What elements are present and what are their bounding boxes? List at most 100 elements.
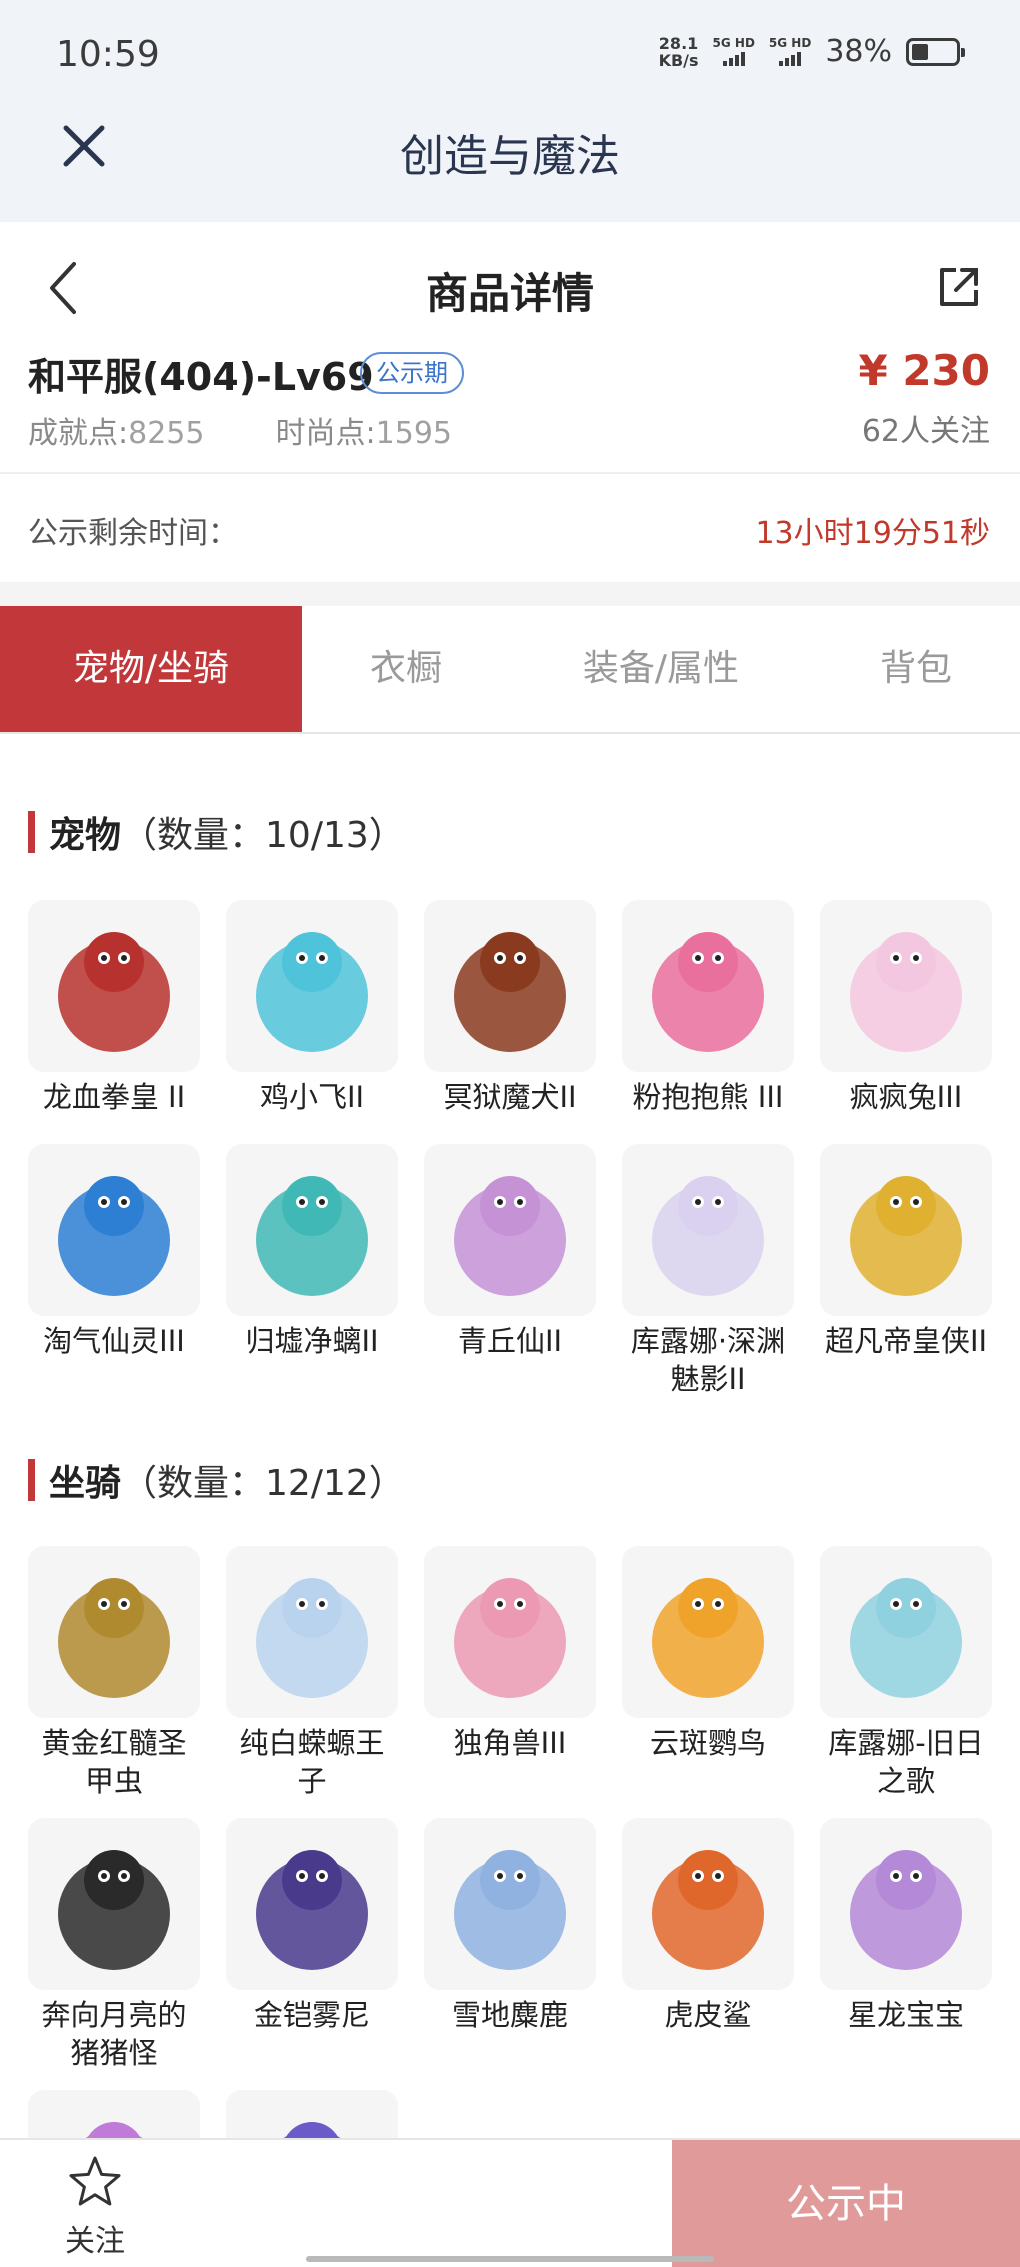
mount-name: 星龙宝宝	[847, 1998, 964, 2032]
pet-item[interactable]: 龙血拳皇 II	[28, 900, 200, 1116]
mount-image	[622, 1818, 794, 1990]
mount-item[interactable]: 奔向月亮的猪猪怪	[28, 1818, 200, 2072]
follower-count: 62人关注	[861, 414, 990, 449]
follow-label: 关注	[65, 2224, 125, 2259]
pet-item[interactable]: 疯疯兔III	[820, 900, 992, 1116]
pet-item[interactable]: 冥狱魔犬II	[424, 900, 596, 1116]
section-marker	[28, 1459, 35, 1501]
tab-equipment[interactable]: 装备/属性	[510, 606, 812, 732]
star-icon	[69, 2156, 121, 2206]
pet-image	[226, 1144, 398, 1316]
pet-name: 龙血拳皇 II	[42, 1080, 186, 1114]
network-speed-value: 28.1	[658, 33, 699, 53]
account-stats: 成就点:8255 时尚点:1595	[28, 408, 452, 452]
tab-wardrobe[interactable]: 衣橱	[302, 606, 510, 732]
pet-image	[622, 1144, 794, 1316]
mount-item[interactable]: 纯白蝾螈王子	[226, 1546, 398, 1800]
tab-pets-mounts[interactable]: 宠物/坐骑	[0, 606, 302, 732]
account-name: 和平服(404)-Lv69	[28, 355, 374, 399]
signal-sim1: 5G HD	[713, 37, 755, 66]
mount-name: 纯白蝾螈王子	[239, 1726, 385, 1798]
pet-name: 超凡帝皇侠II	[824, 1324, 988, 1358]
sim1-label: 5G HD	[712, 36, 755, 50]
pet-item[interactable]: 库露娜·深渊魅影II	[622, 1144, 794, 1398]
pet-item[interactable]: 粉抱抱熊 III	[622, 900, 794, 1116]
pet-item[interactable]: 青丘仙II	[424, 1144, 596, 1398]
pet-name: 淘气仙灵III	[43, 1324, 185, 1358]
mount-name: 云斑鹦鸟	[649, 1726, 766, 1760]
pet-name: 鸡小飞II	[259, 1080, 365, 1114]
mount-item[interactable]: 独角兽III	[424, 1546, 596, 1800]
pet-name: 青丘仙II	[457, 1324, 563, 1358]
pets-section-title: 宠物 （数量：10/13）	[28, 806, 405, 858]
countdown-row: 公示剩余时间： 13小时19分51秒	[0, 474, 1020, 582]
pet-image	[424, 900, 596, 1072]
mount-name: 奔向月亮的猪猪怪	[41, 1998, 187, 2070]
pet-name: 冥狱魔犬II	[443, 1080, 577, 1114]
tab-bag[interactable]: 背包	[812, 606, 1020, 732]
share-button[interactable]	[934, 262, 984, 312]
bottom-bar: 关注 公示中	[0, 2138, 1020, 2267]
status-indicators: 28.1 KB/s 5G HD 5G HD 38%	[659, 34, 965, 69]
mount-image	[820, 1818, 992, 1990]
mount-image	[28, 1546, 200, 1718]
mount-name: 虎皮鲨	[664, 1998, 752, 2032]
mount-name: 金铠雾尼	[253, 1998, 370, 2032]
app-title: 创造与魔法	[400, 131, 620, 182]
pet-image	[226, 900, 398, 1072]
mount-image	[28, 1818, 200, 1990]
achievement-value: 8255	[128, 416, 205, 451]
mount-image	[226, 1818, 398, 1990]
mounts-count: （数量：12/12）	[121, 1463, 405, 1504]
pets-title: 宠物	[49, 815, 122, 856]
mount-image	[226, 1546, 398, 1718]
pet-item[interactable]: 归墟净螭II	[226, 1144, 398, 1398]
mount-item[interactable]: 黄金红髓圣甲虫	[28, 1546, 200, 1800]
share-icon	[940, 268, 978, 306]
mount-item[interactable]: 云斑鹦鸟	[622, 1546, 794, 1800]
battery-fill	[912, 43, 928, 60]
pet-item[interactable]: 鸡小飞II	[226, 900, 398, 1116]
account-summary: 和平服(404)-Lv69 公示期 成就点:8255 时尚点:1595 ¥ 23…	[0, 340, 1020, 470]
pet-name: 粉抱抱熊 III	[632, 1080, 784, 1114]
mount-image	[424, 1818, 596, 1990]
mount-item[interactable]: 虎皮鲨	[622, 1818, 794, 2072]
signal-sim2: 5G HD	[769, 37, 811, 66]
home-indicator[interactable]	[306, 2256, 714, 2262]
price: ¥ 230	[858, 346, 990, 395]
status-badge: 公示期	[360, 352, 464, 394]
mount-name: 雪地麋鹿	[451, 1998, 568, 2032]
pets-count: （数量：10/13）	[121, 815, 405, 856]
battery-icon	[906, 37, 965, 66]
section-marker	[28, 811, 35, 853]
mount-image	[622, 1546, 794, 1718]
achievement-label: 成就点:	[28, 416, 129, 451]
pet-name: 疯疯兔III	[849, 1080, 963, 1114]
mount-image	[820, 1546, 992, 1718]
signal-icon	[722, 50, 745, 66]
mount-name: 黄金红髓圣甲虫	[41, 1726, 187, 1798]
pets-grid: 龙血拳皇 II 鸡小飞II 冥狱魔犬II 粉抱抱熊 III 疯疯兔III 淘气仙灵III 归…	[28, 900, 992, 1398]
app-top-area: 10:59 28.1 KB/s 5G HD 5G HD 38% 创造与魔法	[0, 0, 1020, 222]
pet-image	[622, 900, 794, 1072]
status-time: 10:59	[56, 34, 160, 75]
mount-item[interactable]: 雪地麋鹿	[424, 1818, 596, 2072]
follow-button[interactable]: 关注	[40, 2154, 150, 2264]
status-button[interactable]: 公示中	[672, 2140, 1020, 2267]
fashion-label: 时尚点:	[275, 416, 376, 451]
mount-item[interactable]: 星龙宝宝	[820, 1818, 992, 2072]
fashion-value: 1595	[375, 416, 453, 451]
mount-item[interactable]: 金铠雾尼	[226, 1818, 398, 2072]
pet-item[interactable]: 淘气仙灵III	[28, 1144, 200, 1398]
sim2-label: 5G HD	[768, 36, 812, 50]
mounts-title: 坐骑	[49, 1463, 122, 1504]
pet-name: 库露娜·深渊魅影II	[630, 1324, 786, 1396]
mount-item[interactable]: 库露娜-旧日之歌	[820, 1546, 992, 1800]
mount-image	[424, 1546, 596, 1718]
network-speed-unit: KB/s	[658, 50, 699, 70]
signal-icon	[779, 50, 802, 66]
countdown-label: 公示剩余时间：	[28, 516, 238, 551]
section-gap	[0, 582, 1020, 606]
pet-item[interactable]: 超凡帝皇侠II	[820, 1144, 992, 1398]
network-speed: 28.1 KB/s	[659, 35, 699, 69]
